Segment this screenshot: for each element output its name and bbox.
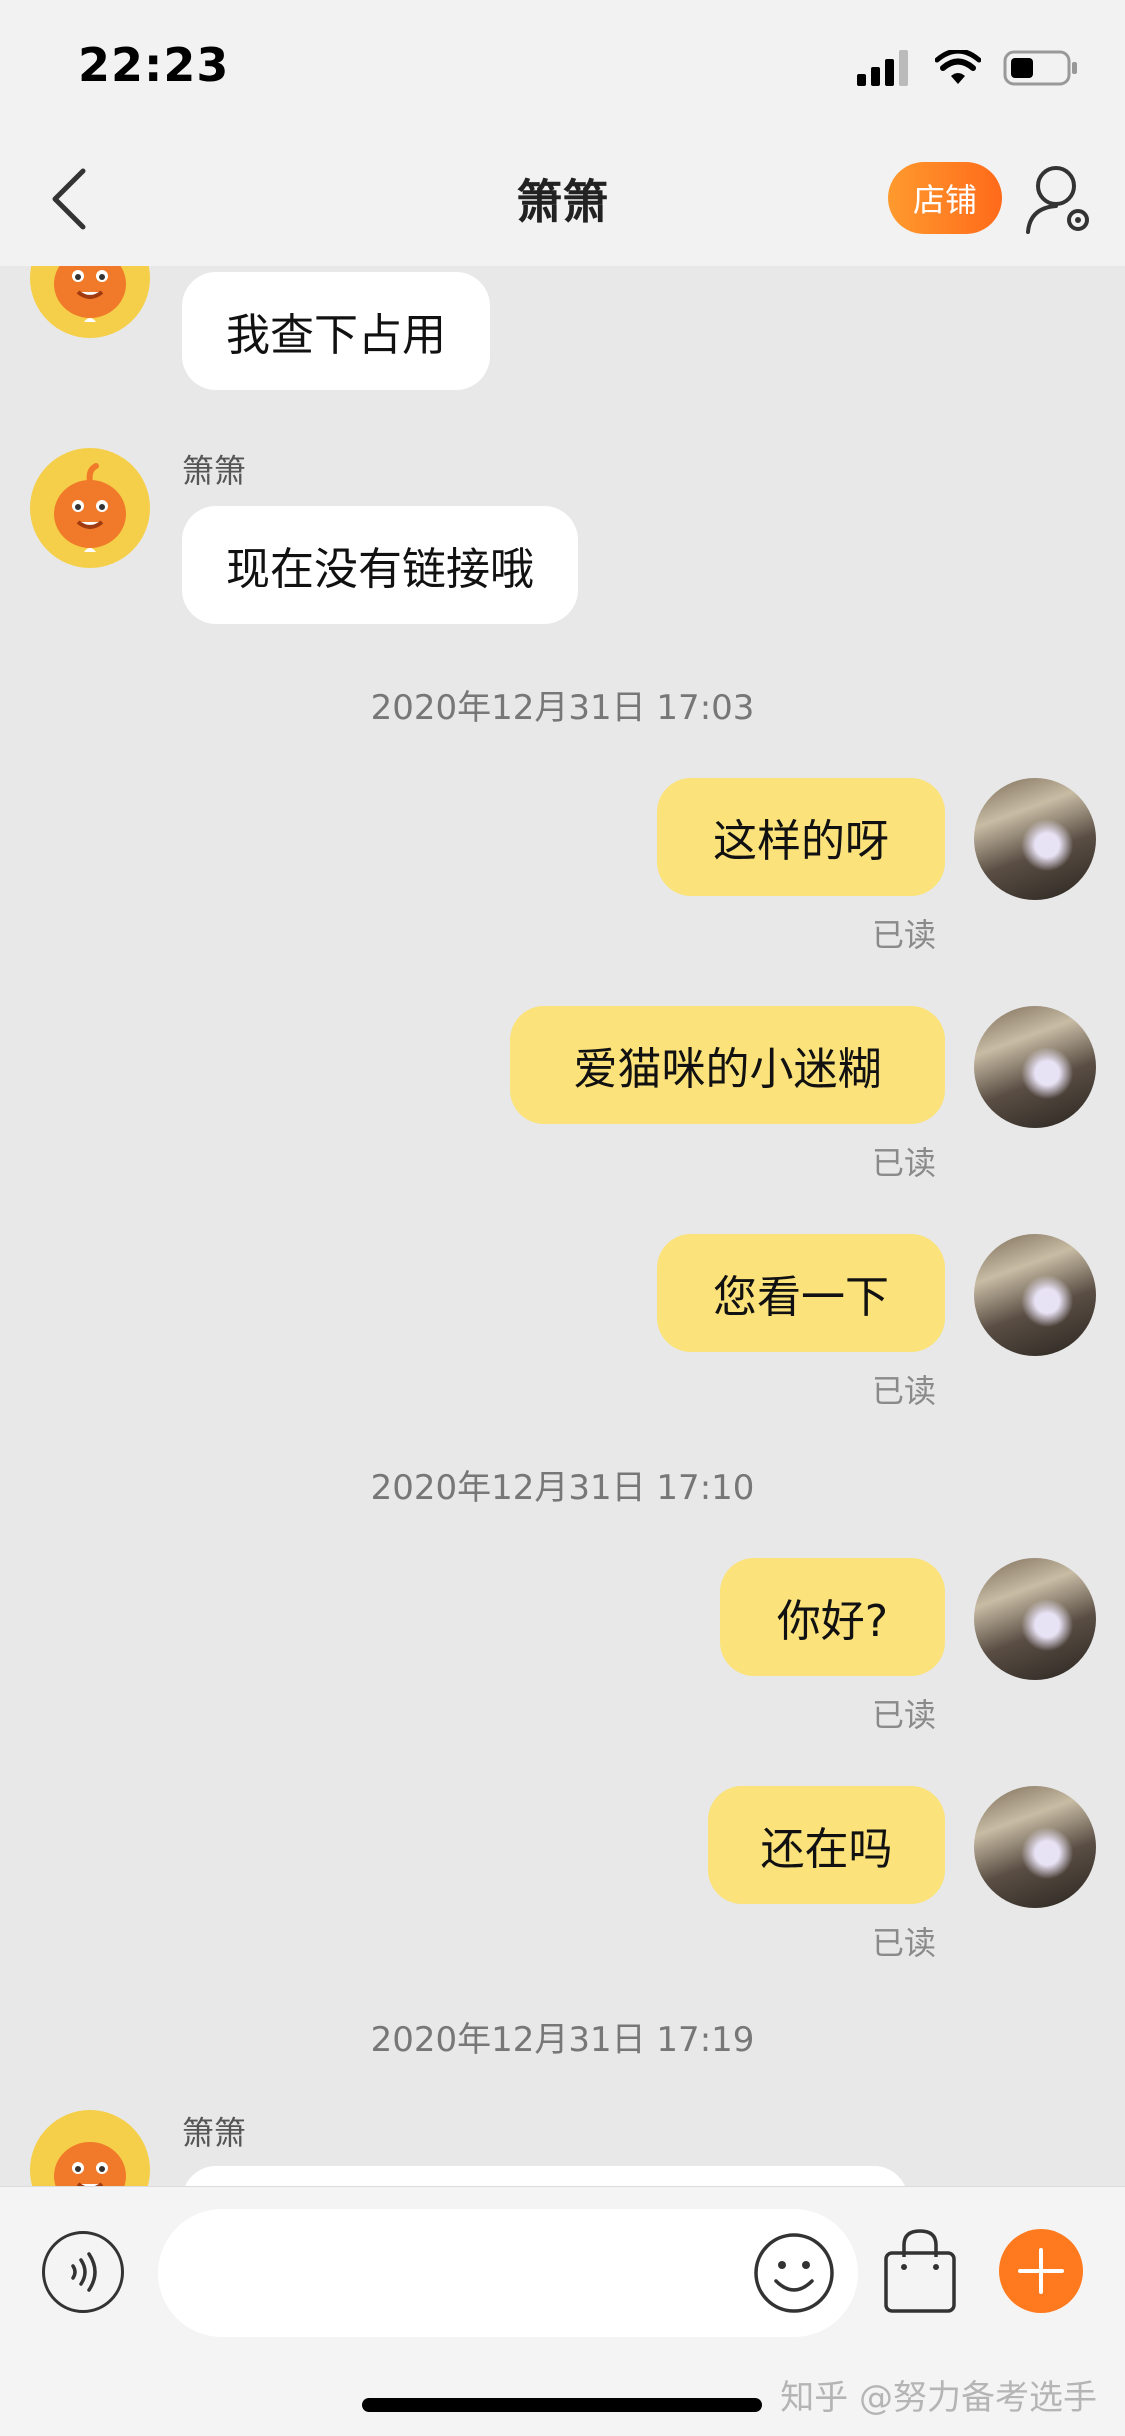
shop-avatar[interactable] — [30, 266, 150, 338]
read-status: 已读 — [872, 1924, 937, 1962]
read-status: 已读 — [872, 1372, 937, 1410]
shop-avatar[interactable] — [30, 2110, 150, 2186]
wifi-icon — [935, 50, 981, 84]
my-avatar[interactable] — [974, 1006, 1096, 1128]
read-status: 已读 — [872, 1696, 937, 1734]
voice-button[interactable] — [42, 2231, 124, 2313]
emoji-button[interactable] — [752, 2231, 836, 2315]
timestamp: 2020年12月31日 17:19 — [370, 2020, 755, 2060]
product-button[interactable] — [878, 2227, 962, 2315]
my-avatar[interactable] — [974, 778, 1096, 900]
status-time: 22:23 — [78, 38, 230, 92]
read-status: 已读 — [872, 916, 937, 954]
voice-icon — [71, 2252, 97, 2292]
shop-avatar[interactable] — [30, 448, 150, 568]
battery-icon — [1003, 50, 1077, 86]
status-bar: 22:23 — [0, 0, 1125, 136]
timestamp: 2020年12月31日 17:10 — [370, 1468, 755, 1508]
nav-bar: 箫箫 店铺 — [0, 136, 1125, 266]
profile-settings-button[interactable] — [1022, 160, 1098, 236]
smile-icon — [754, 2233, 834, 2313]
message-bubble-outgoing[interactable]: 爱猫咪的小迷糊 — [510, 1006, 945, 1124]
shop-button[interactable]: 店铺 — [888, 162, 1002, 234]
status-icons — [857, 48, 1079, 88]
message-bubble-outgoing[interactable]: 你好? — [720, 1558, 945, 1676]
sender-name: 箫箫 — [182, 452, 247, 490]
more-button[interactable] — [999, 2229, 1083, 2313]
user-settings-icon — [1026, 166, 1089, 234]
plus-icon — [1018, 2248, 1064, 2294]
message-bubble-outgoing[interactable]: 还在吗 — [708, 1786, 945, 1904]
signal-icon — [857, 50, 908, 86]
chat-message-list[interactable]: 我查下占用 箫箫 现在没有链接哦 2020年12月31日 17:03 这样的呀 … — [0, 266, 1125, 2186]
mascot-icon — [54, 463, 126, 552]
watermark: 知乎 @努力备考选手 — [780, 2378, 1097, 2418]
my-avatar[interactable] — [974, 1234, 1096, 1356]
shopping-bag-icon — [884, 2229, 956, 2313]
mascot-icon — [54, 2142, 126, 2186]
message-bubble-outgoing[interactable]: 这样的呀 — [657, 778, 945, 896]
message-bubble-outgoing[interactable]: 您看一下 — [657, 1234, 945, 1352]
read-status: 已读 — [872, 1144, 937, 1182]
my-avatar[interactable] — [974, 1786, 1096, 1908]
mascot-icon — [54, 266, 126, 322]
timestamp: 2020年12月31日 17:03 — [370, 688, 755, 728]
home-indicator[interactable] — [362, 2398, 762, 2412]
sender-name: 箫箫 — [182, 2114, 247, 2152]
chat-screen: 22:23 箫箫 店铺 我查下占用 箫箫 现在没有链接哦 2020年12月31日… — [0, 0, 1125, 2436]
my-avatar[interactable] — [974, 1558, 1096, 1680]
message-bubble-incoming[interactable]: 现在没有链接哦 — [182, 506, 578, 624]
message-bubble-incoming[interactable] — [182, 2166, 908, 2186]
message-bubble-incoming[interactable]: 我查下占用 — [182, 272, 490, 390]
